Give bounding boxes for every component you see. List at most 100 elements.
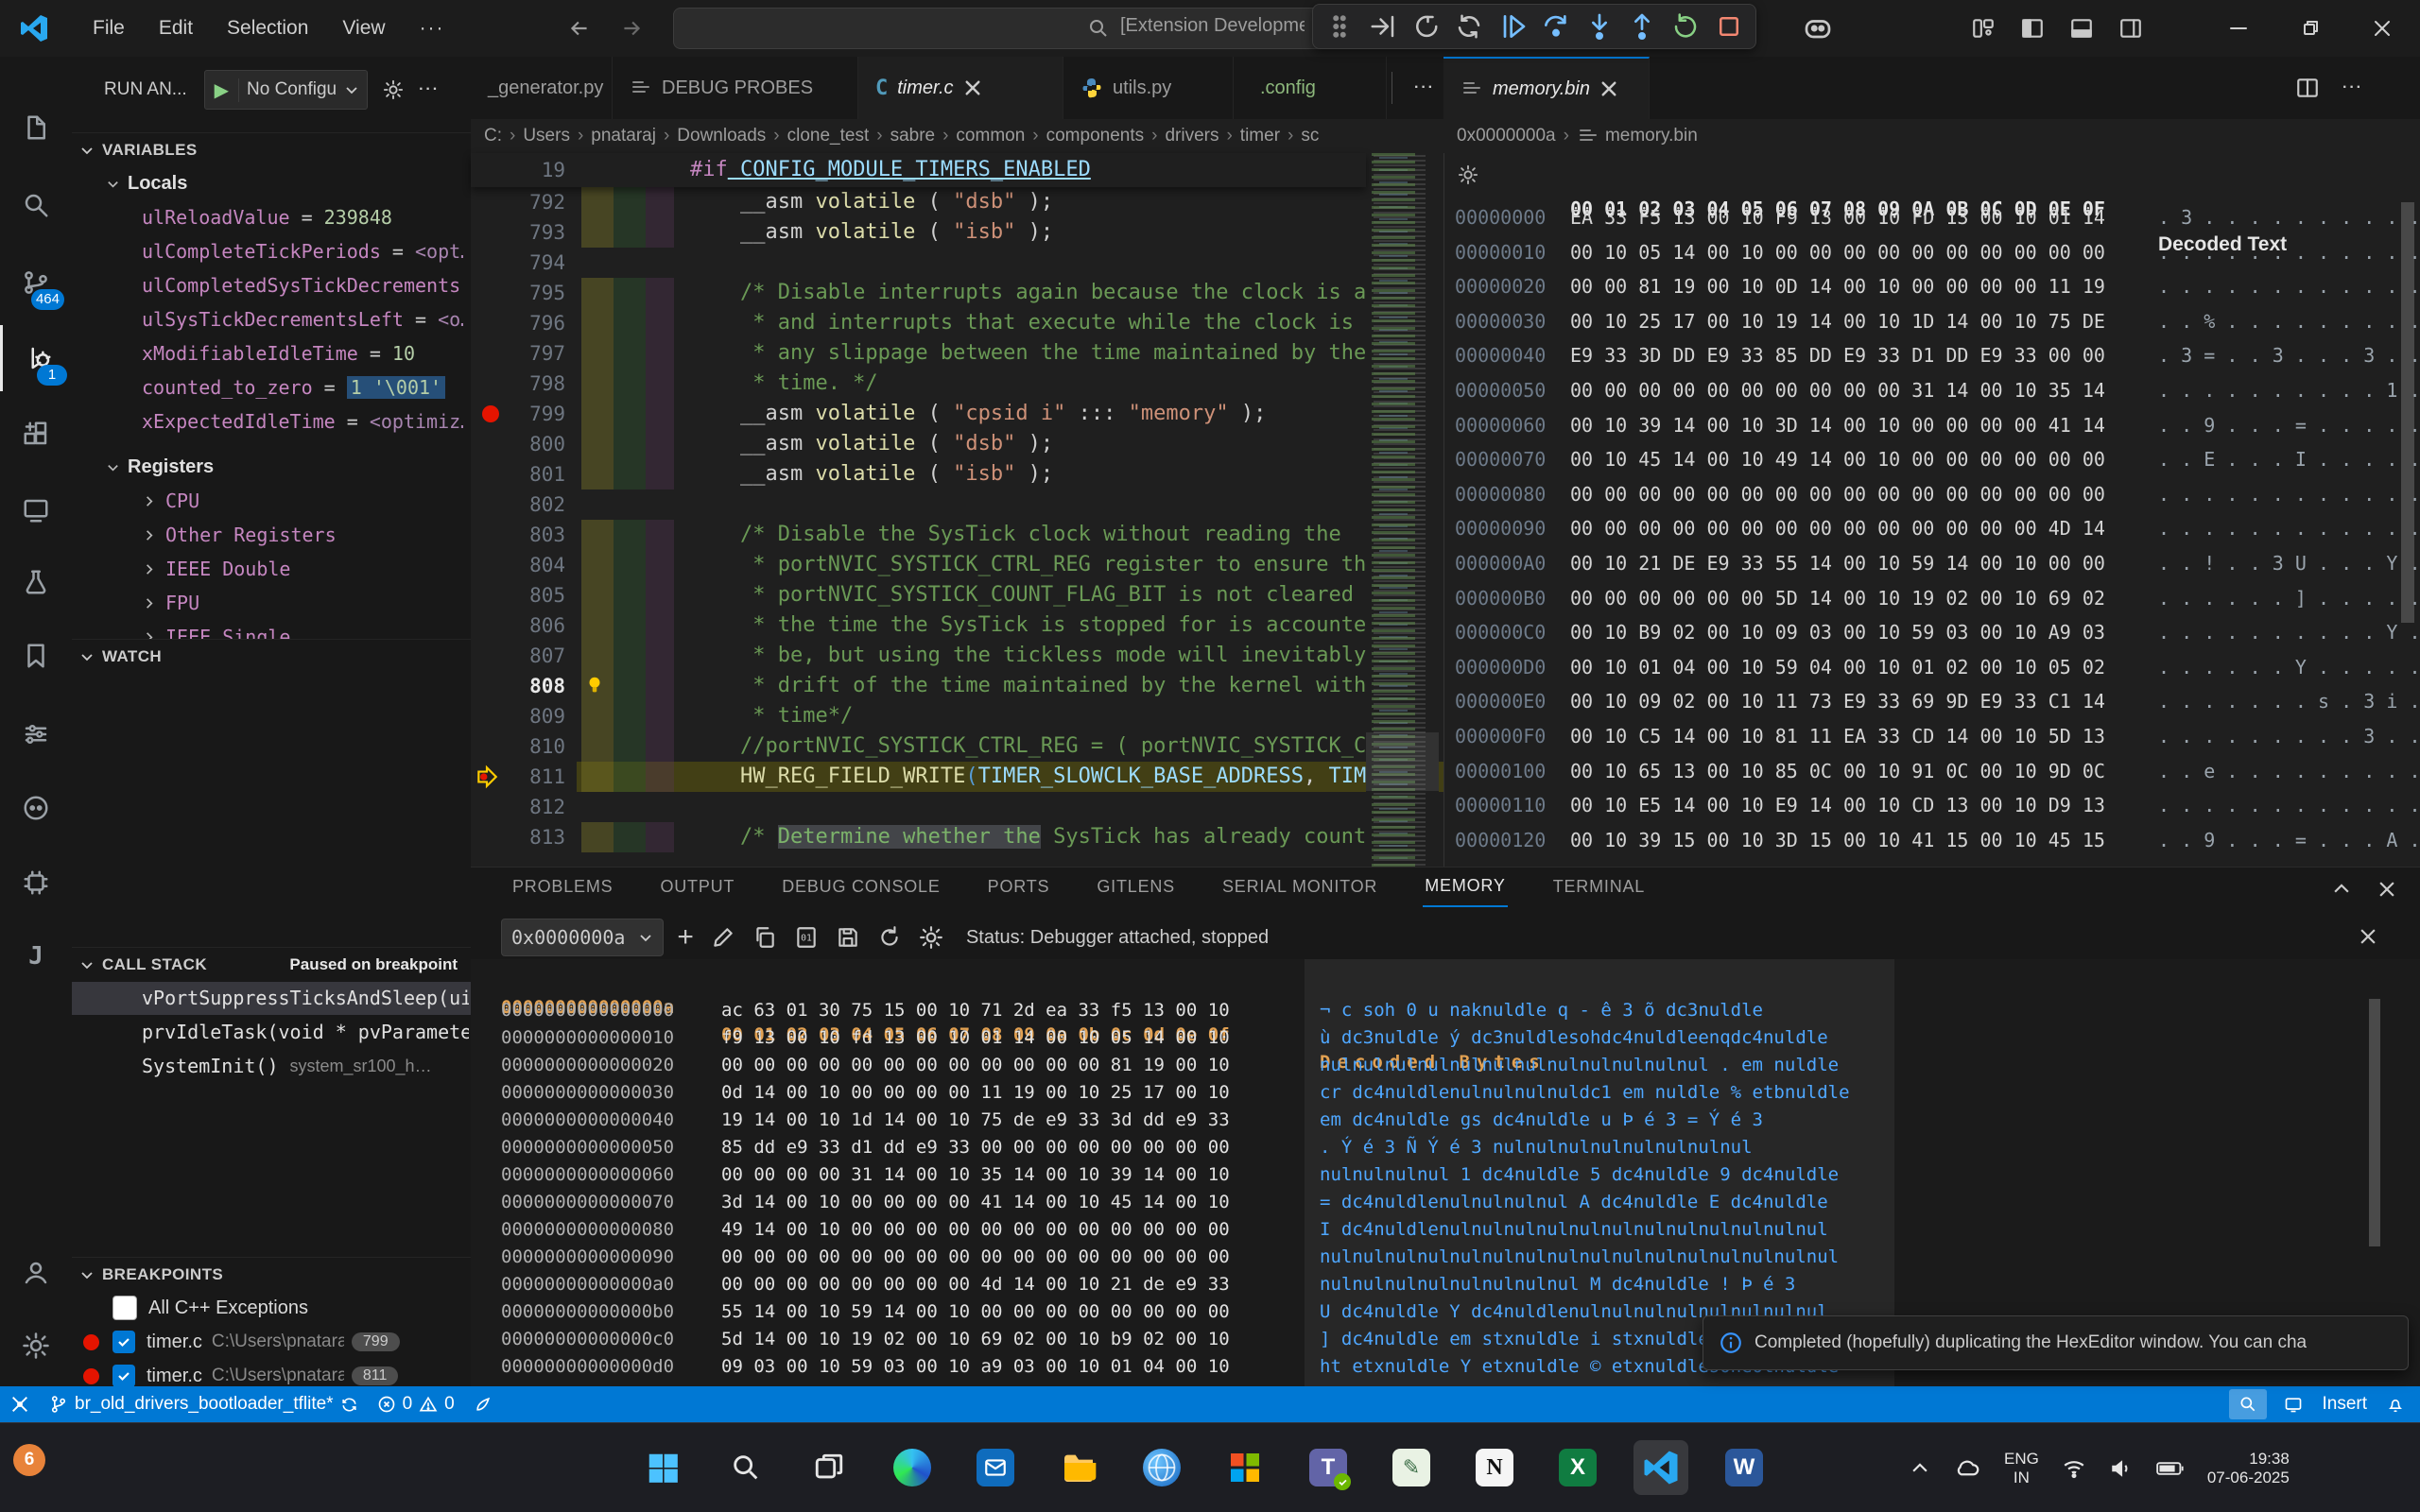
code-line-792[interactable]: 792 __asm volatile ( "dsb" ); [471, 187, 1443, 217]
hex-row[interactable]: 000000A000 10 21 DE E9 33 55 14 00 10 59… [1444, 546, 2420, 581]
panel-tab-debug-console[interactable]: DEBUG CONSOLE [780, 877, 942, 906]
hex-scrollbar[interactable] [2401, 202, 2414, 623]
activity-account-icon[interactable] [0, 1240, 72, 1306]
hex-row[interactable]: 000000D000 10 01 04 00 10 59 04 00 10 01… [1444, 650, 2420, 685]
memory-bytes[interactable]: ac 63 01 30 75 15 00 10 71 2d ea 33 f5 1… [721, 997, 1230, 1024]
register-group-row[interactable]: IEEE Double [72, 552, 471, 586]
panel-tab-terminal[interactable]: TERMINAL [1551, 877, 1647, 906]
wifi-icon[interactable] [2062, 1456, 2086, 1481]
hex-row[interactable]: 0000010000 10 65 13 00 10 85 0C 00 10 91… [1444, 754, 2420, 789]
crumb-item[interactable]: C: [484, 126, 502, 146]
code-line-813[interactable]: 813 /* Determine whether the SysTick has… [471, 822, 1443, 852]
hex-bytes[interactable]: 00 10 09 02 00 10 11 73 E9 33 69 9D E9 3… [1570, 684, 2105, 719]
crumb-item[interactable]: 0x0000000a [1457, 126, 1556, 146]
crumb-item[interactable]: sc [1301, 126, 1319, 146]
bell-icon[interactable] [2377, 1386, 2414, 1422]
code-line-811[interactable]: 811 HW_REG_FIELD_WRITE(TIMER_SLOWCLK_BAS… [471, 762, 1443, 792]
code-line-803[interactable]: 803 /* Disable the SysTick clock without… [471, 520, 1443, 550]
hex-bytes[interactable]: E9 33 3D DD E9 33 85 DD E9 33 D1 DD E9 3… [1570, 338, 2105, 373]
tools-icon[interactable] [0, 1386, 40, 1422]
memory-row[interactable]: 00000000000000300d 14 00 10 00 00 00 00 … [471, 1079, 2420, 1107]
memory-bytes[interactable]: 5d 14 00 10 19 02 00 10 69 02 00 10 b9 0… [721, 1326, 1230, 1353]
memory-row[interactable]: 00000000000000a000 00 00 00 00 00 00 00 … [471, 1271, 2420, 1298]
tab-close-icon[interactable] [1599, 79, 1618, 98]
hex-row[interactable]: 000000F000 10 C5 14 00 10 81 11 EA 33 CD… [1444, 719, 2420, 754]
crumb-item[interactable]: drivers [1165, 126, 1219, 146]
breakpoint-row[interactable]: All C++ Exceptions [72, 1291, 471, 1325]
hex-bytes[interactable]: 00 10 25 17 00 10 19 14 00 10 1D 14 00 1… [1570, 304, 2105, 339]
onedrive-cloud-icon[interactable] [1953, 1454, 1981, 1483]
hex-row[interactable]: 0000001000 10 05 14 00 10 00 00 00 00 00… [1444, 235, 2420, 270]
taskbar-vscode-icon[interactable] [1634, 1440, 1688, 1495]
memory-row[interactable]: 00000000000000703d 14 00 10 00 00 00 00 … [471, 1189, 2420, 1216]
hex-row[interactable]: 0000011000 10 E5 14 00 10 E9 14 00 10 CD… [1444, 788, 2420, 823]
tray-chevron-up-icon[interactable] [1910, 1458, 1930, 1479]
crumb-item[interactable]: timer [1240, 126, 1280, 146]
hex-row[interactable]: 0000009000 00 00 00 00 00 00 00 00 00 00… [1444, 511, 2420, 546]
activity-testing-icon[interactable] [0, 549, 72, 615]
menu-edit[interactable]: Edit [142, 0, 210, 57]
activity-run-debug-icon[interactable]: 1 [0, 325, 75, 391]
code-line-797[interactable]: 797 * any slippage between the time main… [471, 338, 1443, 369]
memory-bytes[interactable]: 00 00 00 00 00 00 00 00 4d 14 00 10 21 d… [721, 1271, 1230, 1298]
minimap[interactable] [1366, 153, 1439, 867]
tab-utils-py[interactable]: utils.py [1063, 57, 1234, 119]
taskbar-word-icon[interactable]: W [1717, 1440, 1772, 1495]
taskbar-office-icon[interactable] [1218, 1440, 1272, 1495]
code-line-807[interactable]: 807 * be, but using the tickless mode wi… [471, 641, 1443, 671]
hex-bytes[interactable]: 00 10 21 DE E9 33 55 14 00 10 59 14 00 1… [1570, 546, 2105, 581]
menu-view[interactable]: View [325, 0, 402, 57]
minimize-icon[interactable] [2203, 0, 2274, 57]
code-line-805[interactable]: 805 * portNVIC_SYSTICK_COUNT_FLAG_BIT is… [471, 580, 1443, 610]
hex-bytes[interactable]: 00 10 E5 14 00 10 E9 14 00 10 CD 13 00 1… [1570, 788, 2105, 823]
variable-row[interactable]: xModifiableIdleTime = 10 [72, 336, 471, 370]
step-back-button[interactable] [1408, 8, 1445, 45]
breakpoint-checkbox[interactable] [112, 1365, 135, 1386]
memory-row[interactable]: 000000000000006000 00 00 00 31 14 00 10 … [471, 1161, 2420, 1189]
panel-tab-ports[interactable]: PORTS [986, 877, 1052, 906]
toggle-sidebar-icon[interactable] [2020, 16, 2045, 41]
activity-settings-sliders-icon[interactable] [0, 701, 72, 767]
step-over-button[interactable] [1537, 8, 1575, 45]
sidebar-more-icon[interactable]: ··· [419, 81, 440, 98]
watch-section-header[interactable]: WATCH [72, 639, 471, 674]
crumb-item[interactable]: common [956, 126, 1025, 146]
panel-tab-output[interactable]: OUTPUT [658, 877, 736, 906]
memory-save-icon[interactable] [836, 925, 860, 950]
git-branch-item[interactable]: br_old_drivers_bootloader_tflite* [40, 1386, 368, 1422]
panel-tab-serial-monitor[interactable]: SERIAL MONITOR [1220, 877, 1379, 906]
hex-bytes[interactable]: 00 10 C5 14 00 10 81 11 EA 33 CD 14 00 1… [1570, 719, 2105, 754]
crumb-item[interactable]: Users [523, 126, 570, 146]
tab--config[interactable]: .config [1234, 57, 1387, 119]
hex-bytes[interactable]: 00 10 05 14 00 10 00 00 00 00 00 00 00 0… [1570, 235, 2105, 270]
code-line-799[interactable]: 799 __asm volatile ( "cpsid i" ::: "memo… [471, 399, 1443, 429]
register-group-row[interactable]: Other Registers [72, 518, 471, 552]
code-editor[interactable]: 791 __asm volatile ( "cpsie i" ::: "memo… [471, 153, 1443, 867]
hex-row[interactable]: 000000E000 10 09 02 00 10 11 73 E9 33 69… [1444, 684, 2420, 719]
maximize-icon[interactable] [2274, 0, 2346, 57]
hex-row[interactable]: 0000008000 00 00 00 00 00 00 00 00 00 00… [1444, 477, 2420, 512]
variable-row[interactable]: xExpectedIdleTime = <optimiz… [72, 404, 471, 438]
activity-source-control-icon[interactable]: 464 [0, 249, 72, 316]
hex-bytes[interactable]: 00 10 B9 02 00 10 09 03 00 10 59 03 00 1… [1570, 615, 2105, 650]
hex-row[interactable]: 000000B000 00 00 00 00 00 5D 14 00 10 19… [1444, 581, 2420, 616]
tab-timer-c[interactable]: Ctimer.c [858, 57, 1063, 119]
tab-memory-bin[interactable]: memory.bin [1443, 57, 1650, 119]
taskbar-start-icon[interactable] [635, 1440, 690, 1495]
memory-refresh-icon[interactable] [877, 925, 902, 950]
memory-settings-icon[interactable] [919, 925, 943, 950]
taskbar-outlook-icon[interactable] [968, 1440, 1023, 1495]
code-line-801[interactable]: 801 __asm volatile ( "isb" ); [471, 459, 1443, 490]
memory-scrollbar[interactable] [2369, 999, 2380, 1246]
taskbar-notion-icon[interactable]: N [1467, 1440, 1522, 1495]
taskbar-search-icon[interactable] [718, 1440, 773, 1495]
memory-bytes[interactable]: 00 00 00 00 00 00 00 00 00 00 00 00 00 0… [721, 1244, 1230, 1271]
hex-row[interactable]: 000000C000 10 B9 02 00 10 09 03 00 10 59… [1444, 615, 2420, 650]
menu-overflow[interactable]: ··· [403, 0, 462, 57]
code-line-808[interactable]: 808 * drift of the time maintained by th… [471, 671, 1443, 701]
code-line-804[interactable]: 804 * portNVIC_SYSTICK_CTRL_REG register… [471, 550, 1443, 580]
sticky-scroll-line[interactable]: 19 #if CONFIG_MODULE_TIMERS_ENABLED [471, 153, 1366, 187]
activity-settings-gear-icon[interactable] [0, 1313, 72, 1379]
hex-row[interactable]: 0000003000 10 25 17 00 10 19 14 00 10 1D… [1444, 304, 2420, 339]
code-line-810[interactable]: 810 //portNVIC_SYSTICK_CTRL_REG = ( port… [471, 731, 1443, 762]
